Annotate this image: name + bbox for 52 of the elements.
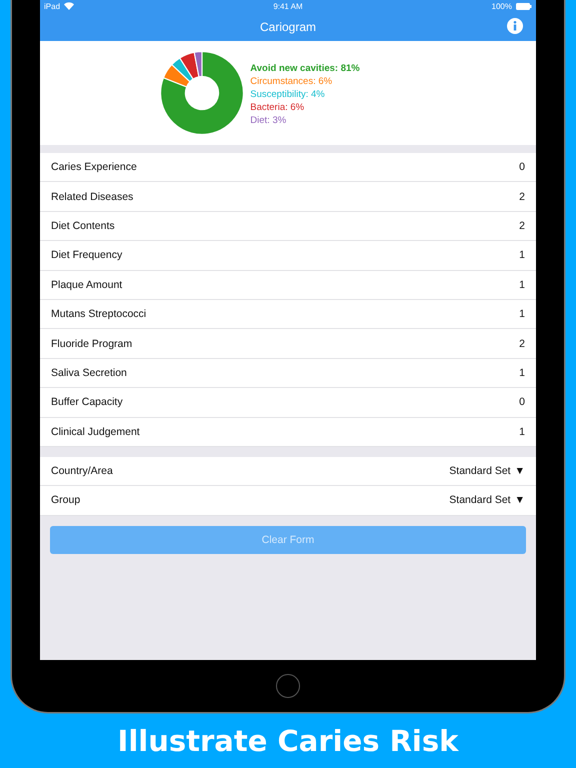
legend-label: Susceptibility: 4% (250, 88, 326, 100)
factor-row[interactable]: Buffer Capacity 0 (40, 388, 536, 418)
nav-title: Cariogram (260, 20, 316, 34)
factor-label: Fluoride Program (51, 338, 132, 350)
factor-label: Caries Experience (51, 161, 137, 174)
factor-row[interactable]: Mutans Streptococci 1 (40, 300, 536, 330)
info-icon[interactable] (507, 18, 523, 34)
setting-row[interactable]: Group Standard Set ▼ (40, 486, 536, 516)
factor-value: 1 (519, 278, 525, 291)
battery-level: 100% (492, 2, 512, 10)
device-name: iPad (44, 2, 60, 10)
factor-row[interactable]: Caries Experience 0 (40, 153, 536, 182)
status-time: 9:41 AM (273, 2, 303, 10)
factor-value: 2 (519, 220, 525, 232)
legend-label: Bacteria: 6% (250, 102, 306, 112)
setting-row[interactable]: Country/Area Standard Set ▼ (40, 456, 536, 486)
factor-value: 0 (519, 396, 525, 408)
factor-label: Clinical Judgement (51, 426, 140, 438)
factor-value: 1 (519, 426, 525, 438)
factor-label: Mutans Streptococci (51, 308, 146, 320)
home-button[interactable] (276, 674, 300, 698)
setting-value: Standard Set (449, 465, 511, 478)
setting-label: Group (51, 494, 80, 506)
factor-value: 2 (519, 338, 525, 350)
factor-row[interactable]: Diet Contents 2 (40, 212, 536, 242)
factor-label: Diet Frequency (51, 249, 122, 262)
factor-label: Plaque Amount (51, 278, 122, 291)
factor-label: Diet Contents (51, 220, 115, 232)
factor-row[interactable]: Saliva Secretion 1 (40, 358, 536, 388)
setting-label: Country/Area (51, 465, 113, 478)
factor-label: Related Diseases (51, 190, 134, 203)
factor-row[interactable]: Related Diseases 2 (40, 182, 536, 212)
battery-icon (516, 2, 532, 10)
factor-value: 2 (519, 190, 525, 203)
factor-value: 1 (519, 249, 525, 262)
dropdown-caret[interactable]: ▼ (514, 494, 525, 506)
factor-row[interactable]: Clinical Judgement 1 (40, 418, 536, 447)
dropdown-caret[interactable]: ▼ (514, 465, 525, 478)
factor-row[interactable]: Plaque Amount 1 (40, 270, 536, 300)
factor-row[interactable]: Diet Frequency 1 (40, 241, 536, 271)
caption: Illustrate Caries Risk (118, 724, 458, 758)
factor-value: 1 (519, 308, 525, 320)
factor-label: Buffer Capacity (51, 396, 123, 408)
legend-label: Diet: 3% (250, 114, 288, 126)
wifi-icon (64, 2, 74, 10)
factor-row[interactable]: Fluoride Program 2 (40, 329, 536, 359)
legend-label: Avoid new cavities: 81% (250, 62, 360, 74)
setting-value: Standard Set (449, 494, 511, 506)
factor-value: 0 (519, 161, 525, 174)
factor-label: Saliva Secretion (51, 366, 127, 379)
factor-value: 1 (519, 366, 525, 379)
legend-label: Circumstances: 6% (250, 76, 334, 86)
